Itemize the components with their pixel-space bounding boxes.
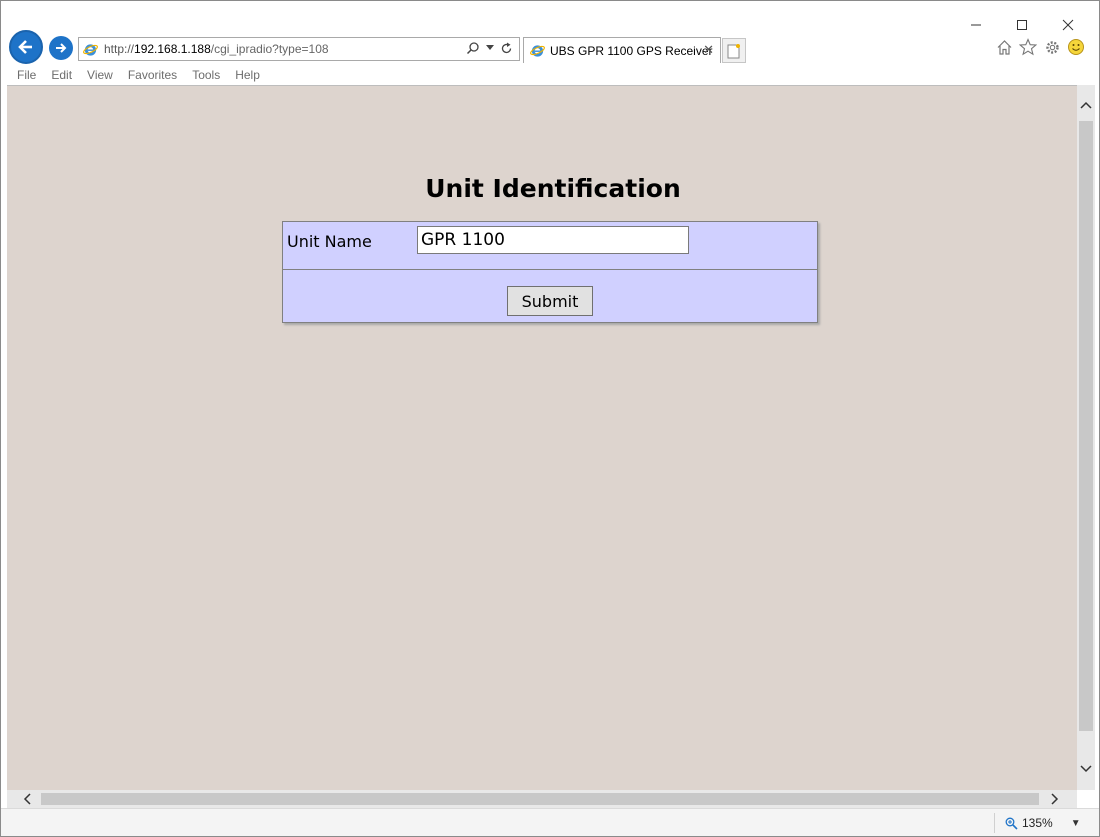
- menu-favorites[interactable]: Favorites: [128, 68, 177, 82]
- zoom-dropdown-icon[interactable]: ▼: [1071, 818, 1081, 829]
- page-viewport: Unit Identification Unit Name Submit: [7, 85, 1077, 790]
- vertical-scrollbar[interactable]: [1077, 85, 1095, 790]
- star-icon[interactable]: [1019, 38, 1037, 56]
- ie-page-icon: [83, 43, 98, 56]
- new-tab-button[interactable]: [722, 38, 746, 63]
- minimize-icon[interactable]: [953, 13, 999, 37]
- horizontal-scrollbar[interactable]: [7, 790, 1077, 808]
- back-arrow-icon: [18, 40, 32, 54]
- scroll-up-icon[interactable]: [1077, 93, 1095, 117]
- address-tools: [466, 41, 513, 55]
- scroll-down-icon[interactable]: [1077, 757, 1095, 781]
- browser-toolbar: [995, 38, 1085, 56]
- maximize-icon[interactable]: [999, 13, 1045, 37]
- zoom-icon: [1005, 817, 1018, 830]
- address-bar[interactable]: http://192.168.1.188/cgi_ipradio?type=10…: [78, 37, 520, 61]
- menu-bar: File Edit View Favorites Tools Help: [1, 65, 1099, 85]
- scroll-right-icon[interactable]: [1043, 790, 1067, 808]
- home-icon[interactable]: [995, 38, 1013, 56]
- url-scheme: http://: [104, 42, 135, 56]
- status-bar: 135% ▼: [1, 808, 1099, 836]
- menu-tools[interactable]: Tools: [192, 68, 220, 82]
- ie-tab-icon: [530, 45, 545, 57]
- menu-view[interactable]: View: [87, 68, 113, 82]
- horizontal-scroll-thumb[interactable]: [41, 793, 1039, 805]
- url-host: 192.168.1.188: [134, 42, 211, 56]
- unit-name-input[interactable]: [417, 226, 689, 254]
- refresh-icon[interactable]: [500, 42, 513, 55]
- unit-identification-form: Unit Name Submit: [282, 221, 818, 323]
- window-controls: [953, 13, 1091, 37]
- close-tab-icon[interactable]: ✕: [703, 42, 714, 58]
- close-window-icon[interactable]: [1045, 13, 1091, 37]
- zoom-level: 135%: [1022, 816, 1053, 830]
- unit-name-row: Unit Name: [283, 222, 817, 270]
- menu-file[interactable]: File: [17, 68, 36, 82]
- back-button[interactable]: [9, 30, 43, 64]
- dropdown-caret-icon[interactable]: [486, 45, 494, 51]
- tab-active[interactable]: UBS GPR 1100 GPS Receiver ✕: [523, 37, 721, 63]
- menu-help[interactable]: Help: [235, 68, 260, 82]
- vertical-scroll-thumb[interactable]: [1079, 121, 1093, 731]
- menu-edit[interactable]: Edit: [51, 68, 72, 82]
- browser-window: http://192.168.1.188/cgi_ipradio?type=10…: [0, 0, 1100, 837]
- zoom-control[interactable]: 135% ▼: [994, 813, 1081, 833]
- new-tab-icon: [727, 43, 740, 58]
- page-title: Unit Identification: [425, 174, 681, 203]
- unit-name-label: Unit Name: [287, 232, 372, 251]
- smiley-icon[interactable]: [1067, 38, 1085, 56]
- gear-icon[interactable]: [1043, 38, 1061, 56]
- forward-arrow-icon: [56, 43, 67, 53]
- tab-title: UBS GPR 1100 GPS Receiver: [550, 43, 713, 58]
- search-icon[interactable]: [466, 41, 480, 55]
- url-path: /cgi_ipradio?type=108: [210, 42, 329, 56]
- submit-button[interactable]: Submit: [507, 286, 593, 316]
- forward-button[interactable]: [49, 36, 73, 60]
- scroll-left-icon[interactable]: [15, 790, 39, 808]
